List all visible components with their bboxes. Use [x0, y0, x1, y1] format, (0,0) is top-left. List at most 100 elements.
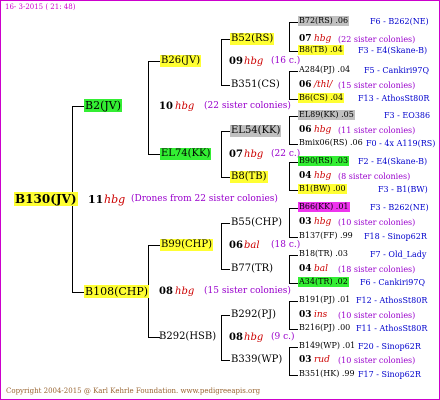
gen4-breeder-info: F6 - Cankiri97Q	[360, 278, 425, 287]
connector	[148, 154, 160, 155]
connector	[289, 347, 298, 348]
gen2-b99-label[interactable]: B99(CHP)	[160, 239, 213, 251]
gen4-breeder-info: F20 - Sinop62R	[358, 342, 421, 351]
gen4-queen-label[interactable]: EL89(KK) .05	[298, 110, 355, 120]
gen3-drone-origin: hbg	[314, 125, 332, 135]
connector	[289, 208, 298, 209]
gen4-queen-label[interactable]: B6(CS) .04	[298, 93, 345, 103]
gen3-queen-label[interactable]: B55(CHP)	[230, 217, 283, 229]
gen2-el74-drone-origin: hbg	[244, 149, 264, 160]
gen3-drone-origin: /thl/	[314, 80, 333, 90]
connector	[289, 162, 298, 163]
gen4-queen-label[interactable]: Bmix06(RS) .06	[298, 138, 364, 148]
connector	[221, 269, 230, 270]
connector	[72, 292, 84, 293]
gen2-el74-note: (22 c.)	[271, 149, 301, 159]
connector	[289, 22, 298, 23]
copyright-footer: Copyright 2004-2015 @ Karl Kehrle Founda…	[6, 387, 261, 395]
gen3-drone-origin: rud	[314, 355, 330, 365]
gen4-breeder-info: F11 - AthosSt80R	[356, 324, 428, 333]
dam-note: (15 sister colonies)	[204, 286, 291, 296]
gen3-queen-label[interactable]: B292(PJ)	[230, 309, 277, 321]
connector	[289, 22, 290, 51]
gen3-note: (10 sister colonies)	[338, 311, 416, 320]
gen4-breeder-info: F6 - B262(NE)	[370, 17, 429, 26]
gen3-queen-label[interactable]: B351(CS)	[230, 79, 281, 91]
gen4-breeder-info: F3 - EO386	[384, 111, 431, 120]
gen2-b99-note: (18 c.)	[271, 240, 301, 250]
connector	[289, 347, 290, 375]
connector	[289, 51, 298, 52]
gen2-b99-drone-origin: bal	[244, 240, 260, 251]
gen2-b26-label[interactable]: B26(JV)	[160, 55, 202, 67]
gen3-drone-origin: hbg	[314, 217, 332, 227]
gen2-b26-drone-origin: hbg	[244, 56, 264, 67]
connector	[289, 190, 298, 191]
connector	[72, 106, 84, 107]
gen3-note: (8 sister colonies)	[338, 172, 411, 181]
gen4-queen-label[interactable]: B72(RS) .06	[298, 16, 350, 26]
connector	[221, 177, 230, 178]
gen4-queen-label[interactable]: B8(TB) .04	[298, 45, 344, 55]
gen3-mating-number: 06	[299, 80, 312, 90]
root-note: (Drones from 22 sister colonies)	[131, 194, 278, 204]
gen4-queen-label[interactable]: B1(BW) .00	[298, 184, 347, 194]
gen3-drone-origin: hbg	[314, 171, 332, 181]
connector	[148, 245, 160, 246]
connector	[289, 301, 298, 302]
gen3-mating-number: 04	[299, 171, 312, 181]
gen2-b26-note: (16 c.)	[271, 56, 301, 66]
gen2-b292hsb-label[interactable]: B292(HSB)	[158, 331, 217, 343]
connector	[289, 144, 298, 145]
gen3-queen-label[interactable]: B77(TR)	[230, 263, 274, 275]
gen2-el74-label[interactable]: EL74(KK)	[160, 148, 212, 160]
connector	[289, 375, 298, 376]
gen4-queen-label[interactable]: B351(HK) .99	[298, 369, 356, 379]
gen3-drone-origin: bal	[314, 264, 329, 274]
connector	[221, 315, 230, 316]
gen2-b292hsb-number: 08	[229, 332, 243, 343]
gen3-queen-label[interactable]: B339(WP)	[230, 354, 283, 366]
gen4-queen-label[interactable]: B216(PJ) .00	[298, 323, 351, 333]
gen4-breeder-info: F12 - AthosSt80R	[356, 296, 428, 305]
connector	[289, 71, 290, 99]
gen4-breeder-info: F18 - Sinop62R	[364, 232, 427, 241]
gen3-note: (15 sister colonies)	[338, 81, 416, 90]
gen4-queen-label[interactable]: B191(PJ) .01	[298, 295, 351, 305]
dam-mating-number: 08	[159, 286, 173, 297]
dam-queen-label[interactable]: B108(CHP)	[84, 285, 150, 298]
gen3-drone-origin: hbg	[314, 34, 332, 44]
connector	[221, 39, 222, 85]
gen4-breeder-info: F7 - Old_Lady	[370, 250, 427, 259]
gen3-queen-label[interactable]: B52(RS)	[230, 33, 275, 45]
gen2-b292hsb-note: (9 c.)	[271, 332, 295, 342]
connector	[221, 85, 230, 86]
gen3-note: (22 sister colonies)	[338, 35, 416, 44]
gen4-queen-label[interactable]: B90(RS) .03	[298, 156, 350, 166]
gen4-queen-label[interactable]: A34(TR) .02	[298, 277, 349, 287]
gen3-queen-label[interactable]: EL54(KK)	[230, 125, 282, 137]
sire-drone-origin: hbg	[175, 101, 195, 112]
gen4-queen-label[interactable]: B149(WP) .01	[298, 341, 356, 351]
gen4-breeder-info: F3 - B262(NE)	[370, 203, 429, 212]
gen4-queen-label[interactable]: B18(TR) .03	[298, 249, 349, 259]
gen3-mating-number: 03	[299, 217, 312, 227]
sire-queen-label[interactable]: B2(JV)	[84, 99, 123, 112]
connector	[289, 99, 298, 100]
gen3-note: (10 sister colonies)	[338, 218, 416, 227]
gen3-note: (11 sister colonies)	[338, 126, 416, 135]
connector	[289, 116, 298, 117]
gen4-queen-label[interactable]: A284(PJ) .04	[298, 65, 351, 75]
connector	[221, 131, 230, 132]
connector	[289, 208, 290, 237]
connector	[221, 223, 222, 269]
connector	[289, 116, 290, 144]
connector	[289, 162, 290, 190]
gen3-mating-number: 03	[299, 355, 312, 365]
gen4-breeder-info: F3 - E4(Skane-B)	[358, 46, 428, 55]
gen4-queen-label[interactable]: B66(KK) .01	[298, 202, 350, 212]
gen3-queen-label[interactable]: B8(TB)	[230, 171, 268, 183]
gen2-b99-number: 06	[229, 240, 243, 251]
gen4-queen-label[interactable]: B137(FF) .99	[298, 231, 354, 241]
root-queen-label[interactable]: B130(JV)	[14, 192, 78, 206]
